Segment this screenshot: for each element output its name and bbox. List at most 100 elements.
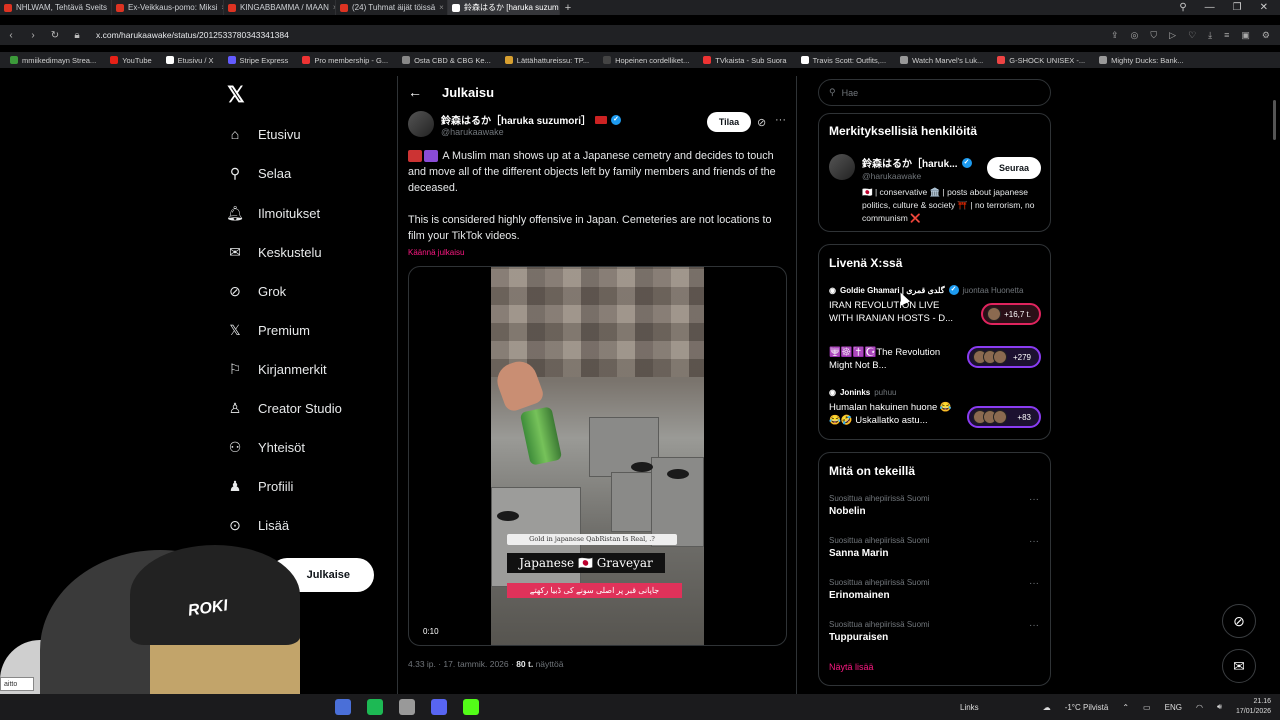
- avatar[interactable]: [829, 154, 855, 180]
- share-icon[interactable]: ⇪: [1111, 30, 1119, 41]
- nav-item-premium[interactable]: 𝕏 Premium: [226, 322, 310, 339]
- nav-item-grok[interactable]: ⊘ Grok: [226, 283, 286, 300]
- bookmark-item[interactable]: Osta CBD & CBG Ke...: [402, 56, 491, 65]
- live-space-item[interactable]: ◉ Goldie Ghamari | گلدی قمری ✓ juontaa Huon…: [829, 285, 1041, 325]
- video-frame[interactable]: Gold in japanese QabRistan Is Real, .? J…: [491, 267, 704, 645]
- person-name-row[interactable]: 鈴森はるか［haruk... ✓: [862, 155, 972, 170]
- author-name[interactable]: 鈴森はるか［haruka suzumori］: [441, 112, 591, 127]
- download-icon[interactable]: ⤓: [1208, 30, 1212, 41]
- close-tab-icon[interactable]: ×: [439, 3, 444, 12]
- maximize-icon[interactable]: ❐: [1233, 2, 1242, 13]
- wallet-icon[interactable]: ▣: [1241, 30, 1250, 41]
- listener-count-pill[interactable]: +279: [967, 346, 1041, 368]
- post-timestamp[interactable]: 4.33 ip. · 17. tammik. 2026 ·: [408, 659, 516, 669]
- shield-icon[interactable]: ⛉: [1150, 30, 1157, 41]
- grok-icon[interactable]: ⊘: [757, 116, 766, 129]
- kick-icon[interactable]: [463, 699, 479, 715]
- browser-tab[interactable]: (24) Tuhmat äijät töissä ×: [336, 0, 448, 15]
- trend-item[interactable]: Suosittua aihepiirissä Suomi Sanna Marin…: [829, 536, 1041, 559]
- app-icon[interactable]: [367, 699, 383, 715]
- bookmark-item[interactable]: Watch Marvel's Luk...: [900, 56, 983, 65]
- search-tabs-icon[interactable]: ⚲: [1179, 2, 1186, 13]
- subscribe-button[interactable]: Tilaa: [707, 112, 751, 132]
- back-arrow-icon[interactable]: ←: [408, 84, 422, 100]
- nav-item-ilmoitukset[interactable]: 🔔︎ Ilmoitukset: [226, 205, 320, 222]
- listener-count-pill[interactable]: +16,7 t.: [981, 303, 1041, 325]
- grok-fab-icon[interactable]: ⊘: [1222, 604, 1256, 638]
- nav-item-yhteisöt[interactable]: ⚇ Yhteisöt: [226, 439, 305, 456]
- x-logo-icon[interactable]: 𝕏: [227, 82, 245, 108]
- bookmark-item[interactable]: Hopeinen cordelliket...: [603, 56, 689, 65]
- back-icon[interactable]: ‹: [0, 30, 22, 41]
- new-tab-button[interactable]: +: [560, 2, 576, 14]
- app-icon[interactable]: [399, 699, 415, 715]
- bookmark-item[interactable]: YouTube: [110, 56, 152, 65]
- nav-item-keskustelu[interactable]: ✉ Keskustelu: [226, 244, 321, 261]
- streamer-cap: [130, 545, 300, 645]
- trend-item[interactable]: Suosittua aihepiirissä Suomi Erinomainen…: [829, 578, 1041, 601]
- live-space-item[interactable]: 🕎☸️✝️☪️The Revolution Might Not B... +27…: [829, 346, 1041, 372]
- up-arrow-icon[interactable]: ⌃: [1122, 703, 1129, 712]
- trend-more-icon[interactable]: ···: [1029, 620, 1039, 631]
- author-name-row[interactable]: 鈴森はるか［haruka suzumori］ ✓: [441, 112, 622, 127]
- person-handle[interactable]: @harukaawake: [862, 171, 921, 181]
- bookmark-item[interactable]: Stripe Express: [227, 56, 288, 65]
- bookmark-item[interactable]: TVkaista - Sub Suora: [703, 56, 787, 65]
- listener-count-pill[interactable]: +83: [967, 406, 1041, 428]
- bookmark-item[interactable]: Etusivu / X: [165, 56, 214, 65]
- trend-more-icon[interactable]: ···: [1029, 494, 1039, 505]
- heart-icon[interactable]: ♡: [1188, 30, 1196, 41]
- search-input[interactable]: ⚲ Hae: [818, 79, 1051, 106]
- trend-more-icon[interactable]: ···: [1029, 536, 1039, 547]
- video-player[interactable]: Gold in japanese QabRistan Is Real, .? J…: [408, 266, 787, 646]
- browser-tab[interactable]: KINGABBAMMA / MAAN×: [224, 0, 336, 15]
- close-window-icon[interactable]: ✕: [1260, 2, 1268, 13]
- bookmark-item[interactable]: G-SHOCK UNISEX -...: [997, 56, 1085, 65]
- translate-post-link[interactable]: Käännä julkaisu: [408, 248, 464, 257]
- weather-text[interactable]: -1°C Pilvistä: [1065, 703, 1109, 712]
- follow-button[interactable]: Seuraa: [987, 157, 1041, 179]
- nav-item-profiili[interactable]: ♟ Profiili: [226, 478, 294, 495]
- author-handle[interactable]: @harukaawake: [441, 127, 504, 137]
- discord-icon[interactable]: [431, 699, 447, 715]
- url-field[interactable]: x.com/harukaawake/status/201253378034334…: [96, 30, 289, 40]
- more-options-icon[interactable]: ···: [775, 114, 786, 126]
- bookmark-item[interactable]: Pro membership - G...: [302, 56, 388, 65]
- lang-indicator[interactable]: ENG: [1165, 703, 1182, 712]
- nav-item-creator-studio[interactable]: ♙ Creator Studio: [226, 400, 342, 417]
- person-name[interactable]: 鈴森はるか［haruk...: [862, 155, 958, 170]
- browser-tab-active[interactable]: 鈴森はるか [haruka suzum×: [448, 0, 560, 15]
- forward-icon[interactable]: ›: [22, 30, 44, 41]
- nav-item-etusivu[interactable]: ⌂ Etusivu: [226, 126, 301, 142]
- bookmark-item[interactable]: Lättähattureissu: TP...: [504, 56, 589, 65]
- nav-item-kirjanmerkit[interactable]: ⚐ Kirjanmerkit: [226, 361, 327, 378]
- nav-item-selaa[interactable]: ⚲ Selaa: [226, 165, 291, 182]
- browser-tab[interactable]: Ex-Veikkaus-pomo: Miksi×: [112, 0, 224, 15]
- camera-icon[interactable]: ◎: [1131, 30, 1139, 41]
- links-toolbar[interactable]: Links: [960, 703, 979, 712]
- messages-fab-icon[interactable]: ✉: [1222, 649, 1256, 683]
- screen-icon[interactable]: ▭: [1143, 703, 1151, 712]
- play-icon[interactable]: ▷: [1169, 30, 1176, 41]
- wifi-icon[interactable]: ◠: [1196, 703, 1203, 712]
- lock-icon: 🔒︎: [74, 29, 80, 41]
- reload-icon[interactable]: ↻: [44, 30, 66, 41]
- browser-tab[interactable]: NHLWAM, Tehtävä Sveits×: [0, 0, 112, 15]
- trend-item[interactable]: Suosittua aihepiirissä Suomi Tuppuraisen…: [829, 620, 1041, 643]
- bookmark-item[interactable]: mmiikedimayn Strea...: [10, 56, 96, 65]
- trend-more-icon[interactable]: ···: [1029, 578, 1039, 589]
- author-avatar[interactable]: [408, 111, 434, 137]
- minimize-icon[interactable]: —: [1205, 2, 1215, 13]
- extension-icon[interactable]: ⚙: [1262, 30, 1270, 41]
- app-icon[interactable]: [335, 699, 351, 715]
- menu-icon[interactable]: ≡: [1224, 30, 1229, 41]
- live-space-item[interactable]: ◉ Joninks puhuu Humalan hakuinen huone 😂😂🤣…: [829, 388, 1041, 428]
- bookmark-item[interactable]: Mighty Ducks: Bank...: [1099, 56, 1184, 65]
- bookmark-item[interactable]: Travis Scott: Outfits,...: [800, 56, 886, 65]
- video-caption-title: Japanese 🇯🇵 Graveyar: [507, 553, 665, 573]
- volume-icon[interactable]: 🔊︎: [1217, 702, 1222, 712]
- trend-item[interactable]: Suosittua aihepiirissä Suomi Nobelin ···: [829, 494, 1041, 517]
- clock[interactable]: 21.16 17/01/2026: [1236, 697, 1271, 717]
- show-more-link[interactable]: Näytä lisää: [829, 662, 874, 672]
- scrollbar[interactable]: [1273, 100, 1276, 140]
